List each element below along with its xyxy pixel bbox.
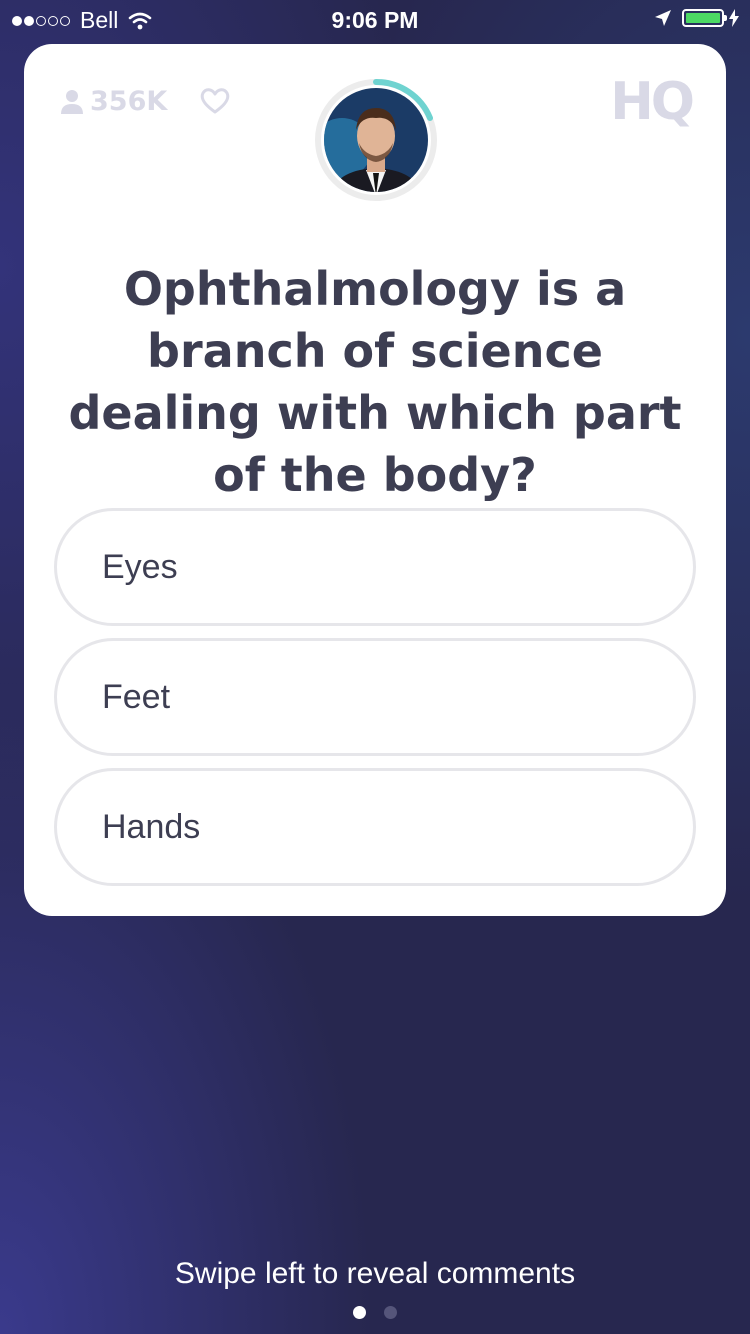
- user-icon: [61, 89, 83, 114]
- viewer-count: 356K: [60, 86, 167, 117]
- status-bar: Bell 9:06 PM: [0, 0, 750, 40]
- battery-icon: [682, 9, 727, 27]
- status-time: 9:06 PM: [331, 7, 419, 33]
- host-avatar: [314, 78, 438, 202]
- page-indicator[interactable]: [0, 1306, 750, 1319]
- location-arrow-icon: [655, 10, 671, 26]
- answer-option-feet[interactable]: Feet: [54, 638, 696, 756]
- page-dot-active[interactable]: [353, 1306, 366, 1319]
- swipe-hint: Swipe left to reveal comments: [174, 1257, 576, 1290]
- page-dot-inactive[interactable]: [384, 1306, 397, 1319]
- charging-bolt-icon: [729, 9, 739, 27]
- hq-logo: HQ: [610, 72, 695, 132]
- heart-icon: [200, 88, 230, 114]
- answer-label: Hands: [102, 807, 201, 846]
- question-text: Ophthalmology is a branch of science dea…: [68, 262, 682, 502]
- viewer-count-label: 356K: [90, 86, 168, 117]
- answer-option-hands[interactable]: Hands: [54, 768, 696, 886]
- question-card: 356K HQ Ophthalmology is a branch of sci…: [24, 44, 726, 916]
- answer-label: Feet: [102, 677, 171, 716]
- status-right: [654, 9, 740, 27]
- heart-button[interactable]: [200, 88, 230, 118]
- answer-label: Eyes: [102, 547, 178, 586]
- host-avatar-image: [315, 78, 437, 201]
- answer-option-eyes[interactable]: Eyes: [54, 508, 696, 626]
